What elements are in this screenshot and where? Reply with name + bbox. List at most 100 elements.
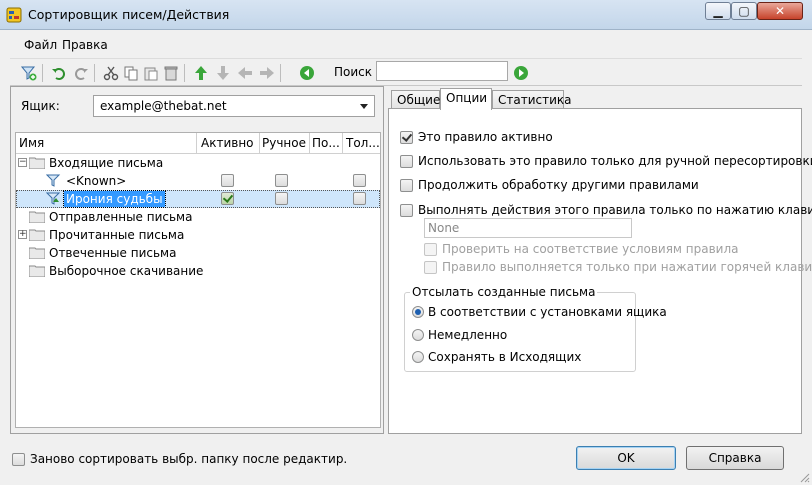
column-name[interactable]: Имя: [19, 136, 44, 150]
resort-label: Заново сортировать выбр. папку после ред…: [30, 452, 348, 466]
continue-checkbox[interactable]: [400, 179, 413, 192]
folder-icon: [29, 265, 45, 277]
tree-row-known[interactable]: <Known>: [16, 172, 380, 190]
move-up-button[interactable]: [192, 64, 210, 82]
search-forward-button[interactable]: [512, 64, 530, 82]
tree-row-label: Отправленные письма: [49, 210, 193, 224]
radio-immediately[interactable]: [412, 329, 424, 341]
trash-icon: [164, 66, 178, 81]
check-conditions-label: Проверить на соответствие условиям прави…: [442, 242, 739, 256]
move-left-button[interactable]: [236, 64, 254, 82]
tree-row-irony[interactable]: Ирония судьбы: [16, 190, 380, 208]
close-button[interactable]: ✕: [757, 2, 803, 20]
mailbox-select[interactable]: example@thebat.net: [93, 95, 375, 117]
only-checkbox[interactable]: [353, 174, 366, 187]
active-checkbox[interactable]: [221, 174, 234, 187]
new-filter-button[interactable]: [20, 64, 38, 82]
collapse-icon[interactable]: −: [18, 158, 27, 167]
filter-active-icon: [46, 192, 61, 205]
hotkey-only-checkbox[interactable]: [400, 204, 413, 217]
search-input[interactable]: [376, 61, 508, 81]
column-only[interactable]: Тол...: [346, 136, 380, 150]
tab-statistics[interactable]: Статистика: [492, 90, 572, 109]
check-conditions-checkbox[interactable]: [424, 243, 437, 256]
toolbar-separator: [94, 64, 95, 82]
minimize-button[interactable]: ▁: [705, 2, 731, 20]
ok-button[interactable]: OK: [576, 446, 676, 470]
menu-edit[interactable]: Правка: [62, 38, 108, 52]
tree-row-label: <Known>: [66, 174, 127, 188]
folder-icon: [29, 247, 45, 259]
redo-icon: [75, 68, 88, 80]
radio-immediately-label: Немедленно: [428, 328, 508, 342]
maximize-icon: ▢: [738, 4, 750, 18]
manual-checkbox[interactable]: [275, 174, 288, 187]
column-divider: [342, 133, 343, 153]
radio-by-mailbox[interactable]: [412, 306, 424, 318]
maximize-button[interactable]: ▢: [731, 2, 757, 20]
tab-options[interactable]: Опции: [440, 88, 492, 110]
copy-button[interactable]: [122, 64, 140, 82]
tree-row-label: Прочитанные письма: [49, 228, 185, 242]
tree-row-inbox[interactable]: − Входящие письма: [16, 154, 380, 172]
search-back-button[interactable]: [298, 64, 316, 82]
search-label: Поиск: [334, 65, 373, 79]
hotkey-rule-label: Правило выполняется только при нажатии г…: [442, 260, 812, 274]
cut-button[interactable]: [102, 64, 120, 82]
delete-button[interactable]: [162, 64, 180, 82]
resize-grip-icon[interactable]: [800, 473, 810, 483]
chevron-down-icon: [360, 104, 368, 109]
tree-row-read[interactable]: + Прочитанные письма: [16, 226, 380, 244]
tree-row-label: Отвеченные письма: [49, 246, 177, 260]
hotkey-input[interactable]: None: [424, 218, 632, 238]
tree-header: Имя Активно Ручное По... Тол...: [16, 133, 380, 154]
circle-arrow-right-icon: [514, 66, 528, 80]
minimize-icon: ▁: [713, 4, 723, 18]
send-group-title: Отсылать созданные письма: [410, 285, 598, 299]
tree-row-label: Входящие письма: [49, 156, 164, 170]
new-filter-icon: [21, 66, 37, 81]
undo-button[interactable]: [50, 64, 68, 82]
filter-icon: [46, 174, 61, 187]
undo-icon: [52, 68, 65, 80]
window-title: Сортировщик писем/Действия: [28, 7, 230, 22]
paste-button[interactable]: [142, 64, 160, 82]
toolbar-separator: [42, 64, 43, 82]
column-po[interactable]: По...: [312, 136, 340, 150]
manual-only-checkbox[interactable]: [400, 155, 413, 168]
circle-arrow-left-icon: [300, 66, 314, 80]
arrow-up-icon: [195, 66, 207, 80]
arrow-down-icon: [217, 66, 229, 80]
scissors-icon: [103, 66, 119, 81]
hotkey-rule-checkbox[interactable]: [424, 261, 437, 274]
column-active[interactable]: Активно: [201, 136, 254, 150]
bat-app-icon: [6, 7, 22, 23]
radio-save-outbox[interactable]: [412, 351, 424, 363]
move-right-button[interactable]: [258, 64, 276, 82]
column-manual[interactable]: Ручное: [262, 136, 306, 150]
tree-row-selective[interactable]: Выборочное скачивание: [16, 262, 380, 280]
help-button[interactable]: Справка: [686, 446, 784, 470]
manual-checkbox[interactable]: [275, 192, 288, 205]
expand-icon[interactable]: +: [18, 230, 27, 239]
menu-bar: Файл Правка: [10, 35, 802, 57]
rule-active-checkbox[interactable]: [400, 131, 413, 144]
tab-general[interactable]: Общие: [391, 90, 440, 109]
redo-button[interactable]: [72, 64, 90, 82]
tree-row-sent[interactable]: Отправленные письма: [16, 208, 380, 226]
move-down-button[interactable]: [214, 64, 232, 82]
radio-save-outbox-label: Сохранять в Исходящих: [428, 350, 582, 364]
tree-row-label: Выборочное скачивание: [49, 264, 204, 278]
active-checkbox[interactable]: [221, 192, 234, 205]
resort-checkbox[interactable]: [12, 453, 25, 466]
left-panel: Ящик: example@thebat.net Имя Активно Руч…: [10, 86, 384, 434]
toolbar-separator: [280, 64, 281, 82]
only-checkbox[interactable]: [353, 192, 366, 205]
menu-file[interactable]: Файл: [24, 38, 57, 52]
hotkey-only-label: Выполнять действия этого правила только …: [418, 203, 812, 217]
arrow-left-icon: [238, 67, 252, 79]
arrow-right-icon: [260, 67, 274, 79]
copy-icon: [124, 66, 138, 81]
mailbox-value: example@thebat.net: [100, 99, 227, 113]
tree-row-replied[interactable]: Отвеченные письма: [16, 244, 380, 262]
